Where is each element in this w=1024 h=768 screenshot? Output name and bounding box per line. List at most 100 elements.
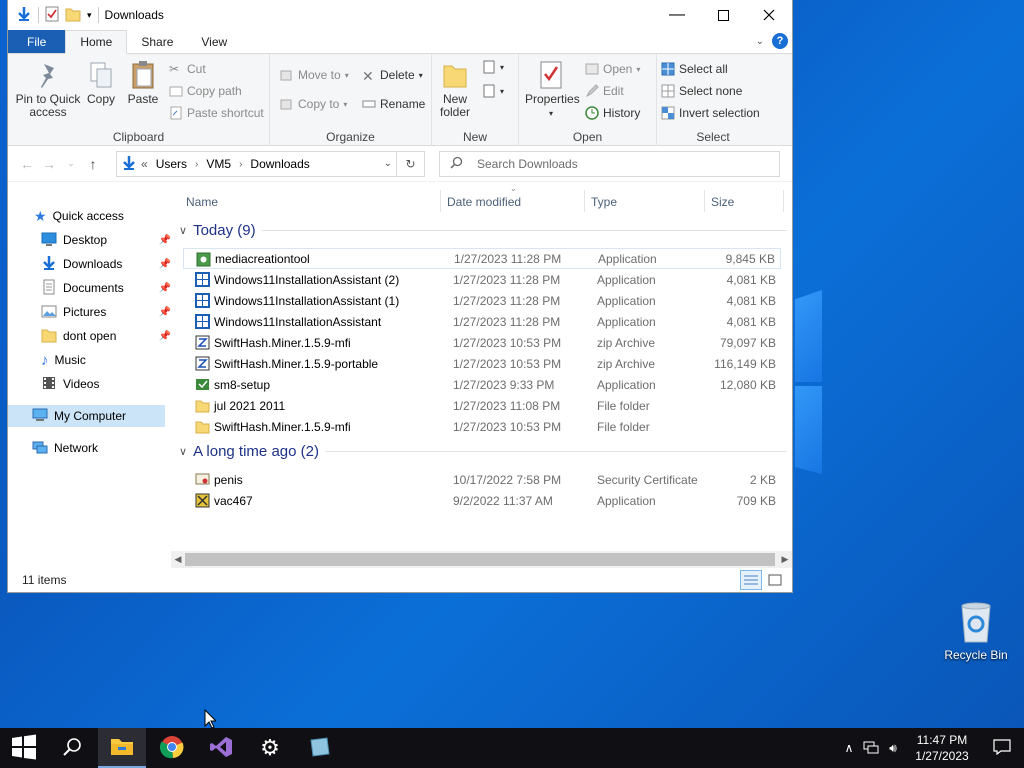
close-button[interactable] (746, 0, 792, 30)
start-button[interactable] (0, 728, 48, 768)
file-row[interactable]: sm8-setup 1/27/2023 9:33 PM Application 12,… (183, 374, 781, 395)
copy-button[interactable]: Copy (86, 60, 116, 106)
settings-taskbar-button[interactable]: ⚙ (246, 728, 294, 768)
cut-button[interactable]: ✂ Cut (169, 62, 206, 76)
tab-home[interactable]: Home (65, 30, 128, 54)
nav-quick-access[interactable]: ★ Quick access (34, 205, 124, 227)
scroll-left-icon[interactable]: ◀ (171, 551, 185, 568)
horizontal-scrollbar[interactable]: ◀ ▶ (171, 551, 792, 568)
file-date: 1/27/2023 10:53 PM (453, 419, 562, 434)
search-input[interactable]: Search Downloads (439, 151, 780, 177)
help-icon[interactable]: ? (772, 33, 788, 49)
network-tray-icon[interactable] (860, 740, 882, 757)
tab-file[interactable]: File (8, 30, 66, 53)
chrome-taskbar-button[interactable] (148, 728, 196, 768)
nav-desktop[interactable]: Desktop 📌 (41, 229, 171, 251)
select-none-button[interactable]: Select none (661, 84, 742, 98)
delete-button[interactable]: ✕ Delete ▾ (362, 68, 423, 84)
nav-videos[interactable]: Videos (41, 373, 99, 395)
notifications-icon[interactable] (980, 738, 1024, 758)
scroll-right-icon[interactable]: ▶ (778, 551, 792, 568)
nav-pictures[interactable]: Pictures 📌 (41, 301, 171, 323)
volume-icon[interactable]: 🔊︎ (882, 741, 904, 756)
column-name[interactable]: Name (186, 182, 218, 222)
new-folder-qat-icon[interactable] (65, 6, 81, 25)
recent-locations-icon[interactable]: ⌄ (60, 158, 82, 169)
file-row[interactable]: Windows11InstallationAssistant (1) 1/27/2… (183, 290, 781, 311)
nav-my-computer[interactable]: My Computer (8, 405, 165, 427)
properties-check-icon[interactable] (45, 6, 59, 25)
history-button[interactable]: History (585, 106, 640, 120)
visual-studio-taskbar-button[interactable] (197, 728, 245, 768)
file-explorer-taskbar-button[interactable] (98, 728, 146, 768)
new-item-button[interactable]: ▾ (482, 60, 504, 74)
file-date: 1/27/2023 10:53 PM (453, 335, 562, 350)
maximize-button[interactable] (700, 0, 746, 30)
file-row[interactable]: vac467 9/2/2022 11:37 AM Application 709 KB (183, 490, 781, 511)
nav-downloads[interactable]: Downloads 📌 (41, 253, 171, 275)
show-hidden-icons-icon[interactable]: ∧ (838, 741, 860, 755)
file-row[interactable]: SwiftHash.Miner.1.5.9-mfi 1/27/2023 10:53… (183, 416, 781, 437)
recycle-bin[interactable]: Recycle Bin (940, 600, 1012, 662)
tab-share[interactable]: Share (127, 30, 187, 53)
pin-icon[interactable]: 📌 (159, 235, 171, 246)
easy-access-button[interactable]: ▾ (482, 84, 504, 98)
tab-view[interactable]: View (187, 30, 241, 53)
paste-shortcut-icon (169, 106, 183, 120)
file-row[interactable]: SwiftHash.Miner.1.5.9-portable 1/27/2023 … (183, 353, 781, 374)
group-today[interactable]: ∨ Today (9) (179, 222, 787, 239)
paste-button[interactable]: Paste (126, 60, 160, 106)
pin-to-quick-access-button[interactable]: Pin to Quick access (14, 60, 82, 119)
pin-icon[interactable]: 📌 (159, 283, 171, 294)
file-row[interactable]: penis 10/17/2022 7:58 PM Security Certific… (183, 469, 781, 490)
file-row[interactable]: SwiftHash.Miner.1.5.9-mfi 1/27/2023 10:53… (183, 332, 781, 353)
pin-icon[interactable]: 📌 (159, 307, 171, 318)
nav-dont-open[interactable]: dont open 📌 (41, 325, 171, 347)
up-arrow-icon[interactable]: ↑ (82, 156, 104, 172)
copy-path-button[interactable]: Copy path (169, 84, 242, 98)
breadcrumb-downloads[interactable]: Downloads (242, 157, 317, 171)
file-row[interactable]: jul 2021 2011 1/27/2023 11:08 PM File fold… (183, 395, 781, 416)
customize-qat-icon[interactable]: ▾ (87, 10, 92, 21)
file-row[interactable]: Windows11InstallationAssistant 1/27/2023 … (183, 311, 781, 332)
rename-button[interactable]: Rename (362, 97, 425, 111)
move-to-button[interactable]: Move to ▾ (280, 68, 349, 82)
down-arrow-icon[interactable] (16, 6, 32, 25)
column-date-modified[interactable]: Date modified (447, 182, 521, 222)
search-taskbar-button[interactable] (48, 728, 96, 768)
large-icons-view-icon[interactable] (764, 570, 786, 590)
forward-arrow-icon[interactable]: → (38, 156, 60, 172)
open-button[interactable]: Open ▾ (585, 62, 640, 76)
pin-icon[interactable]: 📌 (159, 259, 171, 270)
column-type[interactable]: Type (591, 182, 617, 222)
address-dropdown-icon[interactable]: ⌄ (384, 158, 392, 169)
expand-ribbon-icon[interactable]: ⌄ (756, 36, 764, 47)
breadcrumb-vm5[interactable]: VM5 (198, 157, 239, 171)
clock[interactable]: 11:47 PM 1/27/2023 (904, 732, 980, 764)
details-view-icon[interactable] (740, 570, 762, 590)
select-all-button[interactable]: Select all (661, 62, 728, 76)
file-row[interactable]: Windows11InstallationAssistant (2) 1/27/2… (183, 269, 781, 290)
title-bar[interactable]: ▾ Downloads — (8, 0, 792, 30)
breadcrumb-users[interactable]: Users (148, 157, 195, 171)
invert-selection-button[interactable]: Invert selection (661, 106, 760, 120)
scrollbar-thumb[interactable] (185, 553, 775, 566)
nav-music[interactable]: ♪ Music (41, 349, 86, 371)
refresh-icon[interactable]: ↻ (396, 152, 424, 176)
minimize-button[interactable]: — (654, 0, 700, 30)
properties-button[interactable]: Properties ▾ (525, 60, 580, 120)
group-long-ago[interactable]: ∨ A long time ago (2) (179, 443, 787, 460)
back-arrow-icon[interactable]: ← (16, 156, 38, 172)
file-row[interactable]: mediacreationtool 1/27/2023 11:28 PM Appli… (183, 248, 781, 269)
address-bar[interactable]: « Users › VM5 › Downloads ⌄ ↻ (116, 151, 425, 177)
paste-shortcut-button[interactable]: Paste shortcut (169, 106, 264, 120)
nav-network[interactable]: Network (32, 437, 98, 459)
pin-icon[interactable]: 📌 (159, 331, 171, 342)
app-taskbar-button[interactable] (295, 728, 343, 768)
address-overflow[interactable]: « (137, 157, 148, 171)
edit-button[interactable]: Edit (585, 84, 624, 98)
column-size[interactable]: Size (711, 182, 734, 222)
new-folder-button[interactable]: New folder (438, 60, 472, 119)
copy-to-button[interactable]: Copy to ▾ (280, 97, 347, 111)
nav-documents[interactable]: Documents 📌 (41, 277, 171, 299)
